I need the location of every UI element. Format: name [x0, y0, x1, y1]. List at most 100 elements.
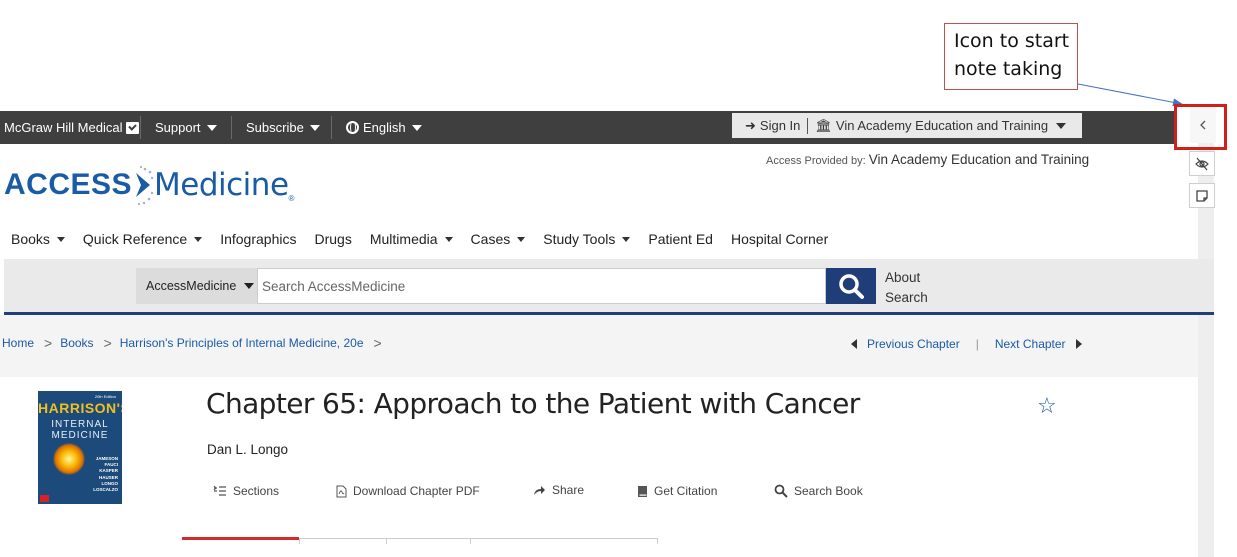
next-chapter-link[interactable]: Next Chapter	[995, 337, 1066, 351]
cover-subtitle: INTERNAL MEDICINE	[38, 419, 122, 441]
cover-subtitle-line-2: MEDICINE	[51, 430, 109, 441]
logo-access-text: ACCESS	[4, 168, 133, 201]
hide-highlights-button[interactable]	[1189, 151, 1215, 176]
main-nav: Books Quick Reference Infographics Drugs…	[11, 228, 846, 250]
chevron-right-icon: >	[44, 335, 53, 351]
institution-menu[interactable]: Vin Academy Education and Training	[836, 118, 1048, 133]
search-scope-label: AccessMedicine	[146, 279, 237, 293]
subscribe-menu[interactable]: Subscribe	[246, 111, 320, 144]
breadcrumb-books[interactable]: Books	[60, 336, 93, 350]
nav-multimedia[interactable]: Multimedia	[370, 231, 453, 247]
magnifier-icon	[774, 484, 788, 498]
tab-separator	[386, 538, 387, 544]
share-button[interactable]: Share	[533, 481, 584, 499]
sticky-note-icon	[1196, 189, 1208, 202]
search-book-button[interactable]: Search Book	[774, 482, 863, 500]
callout-line-2: note taking	[954, 58, 1063, 80]
nav-study-tools[interactable]: Study Tools	[543, 231, 631, 247]
tab-separator	[299, 538, 300, 544]
nav-label: Quick Reference	[82, 231, 188, 247]
triangle-left-icon	[851, 339, 857, 349]
brand-link[interactable]: McGraw Hill Medical	[4, 111, 140, 144]
get-citation-button[interactable]: Get Citation	[637, 482, 717, 500]
search-icon	[839, 274, 864, 299]
nav-hospital-corner[interactable]: Hospital Corner	[731, 231, 828, 247]
sections-label: Sections	[233, 484, 280, 498]
nav-label: Patient Ed	[648, 231, 713, 247]
language-label: English	[363, 120, 406, 135]
about-search-line-1: About	[885, 270, 921, 285]
previous-chapter-link[interactable]: Previous Chapter	[867, 337, 960, 351]
chapter-nav: Previous Chapter | Next Chapter	[851, 337, 1082, 351]
nav-infographics[interactable]: Infographics	[220, 231, 296, 247]
active-tab-indicator[interactable]	[182, 537, 299, 540]
book-cover-image[interactable]: 20th Edition HARRISON'S INTERNAL MEDICIN…	[38, 391, 122, 504]
get-citation-label: Get Citation	[654, 484, 718, 498]
download-pdf-label: Download Chapter PDF	[353, 484, 480, 498]
eye-slash-icon	[1195, 157, 1209, 170]
annotation-highlight-box	[1174, 104, 1227, 150]
site-logo[interactable]: ACCESS Medicine ®	[4, 163, 294, 213]
add-note-button[interactable]	[1189, 183, 1215, 208]
caret-down-icon	[206, 124, 217, 131]
favorite-star-icon[interactable]: ☆	[1037, 393, 1057, 419]
breadcrumb-home[interactable]: Home	[2, 336, 34, 350]
publisher-logo-icon	[40, 495, 49, 502]
language-menu[interactable]: English	[346, 111, 422, 144]
triangle-right-icon	[1075, 339, 1082, 349]
book-icon	[637, 485, 648, 498]
search-button[interactable]	[826, 268, 876, 304]
caret-down-icon	[444, 236, 453, 242]
callout-line-1: Icon to start	[954, 30, 1070, 52]
tab-separator	[470, 538, 471, 544]
nav-drugs[interactable]: Drugs	[314, 231, 351, 247]
nav-label: Books	[11, 231, 50, 247]
caret-down-icon	[56, 236, 65, 242]
access-provided-label: Access Provided by:	[766, 155, 866, 167]
download-pdf-button[interactable]: Download Chapter PDF	[336, 482, 480, 500]
search-scope-select[interactable]: AccessMedicine	[136, 268, 257, 304]
subscribe-label: Subscribe	[246, 120, 304, 135]
chapter-title: Chapter 65: Approach to the Patient with…	[206, 387, 860, 420]
share-label: Share	[552, 483, 585, 497]
nav-books[interactable]: Books	[11, 231, 65, 247]
brand-label: McGraw Hill Medical	[4, 120, 123, 135]
institution-icon: 🏛	[815, 117, 832, 133]
support-label: Support	[155, 120, 201, 135]
about-search-link[interactable]: About Search	[885, 268, 928, 308]
nav-label: Infographics	[220, 231, 297, 247]
chevron-right-icon: >	[103, 335, 112, 351]
cover-sun-graphic	[53, 443, 85, 475]
access-provided-value: Vin Academy Education and Training	[868, 152, 1090, 167]
share-arrow-icon	[533, 485, 546, 496]
about-search-line-2: Search	[885, 290, 928, 305]
caret-down-icon	[622, 236, 631, 242]
breadcrumb-book[interactable]: Harrison's Principles of Internal Medici…	[120, 336, 364, 350]
tab-separator	[657, 538, 658, 544]
support-menu[interactable]: Support	[155, 111, 217, 144]
sign-in-link[interactable]: Sign In	[760, 118, 800, 133]
caret-down-icon	[1056, 122, 1067, 129]
chapter-author[interactable]: Dan L. Longo	[207, 442, 288, 457]
nav-label: Drugs	[314, 231, 352, 247]
pdf-file-icon	[336, 485, 347, 498]
cover-author: LOSCALZO	[93, 487, 118, 493]
logo-burst-icon	[132, 163, 154, 207]
nav-quick-reference[interactable]: Quick Reference	[82, 231, 203, 247]
caret-down-icon	[411, 124, 422, 131]
nav-label: Study Tools	[543, 231, 616, 247]
breadcrumb: Home > Books > Harrison's Principles of …	[2, 335, 390, 351]
caret-down-icon	[244, 283, 255, 289]
logo-registered-mark: ®	[288, 194, 295, 203]
search-input[interactable]	[257, 268, 826, 304]
cover-edition: 20th Edition	[94, 394, 116, 399]
nav-cases[interactable]: Cases	[471, 231, 526, 247]
sections-button[interactable]: Sections	[213, 482, 279, 500]
nav-patient-ed[interactable]: Patient Ed	[648, 231, 713, 247]
search-book-label: Search Book	[794, 484, 863, 498]
globe-icon	[346, 121, 359, 134]
caret-down-icon	[194, 236, 203, 242]
logo-medicine-text: Medicine	[154, 167, 289, 203]
chevron-right-icon: >	[373, 335, 382, 351]
top-bar: McGraw Hill Medical Support Subscribe En…	[0, 111, 1175, 144]
